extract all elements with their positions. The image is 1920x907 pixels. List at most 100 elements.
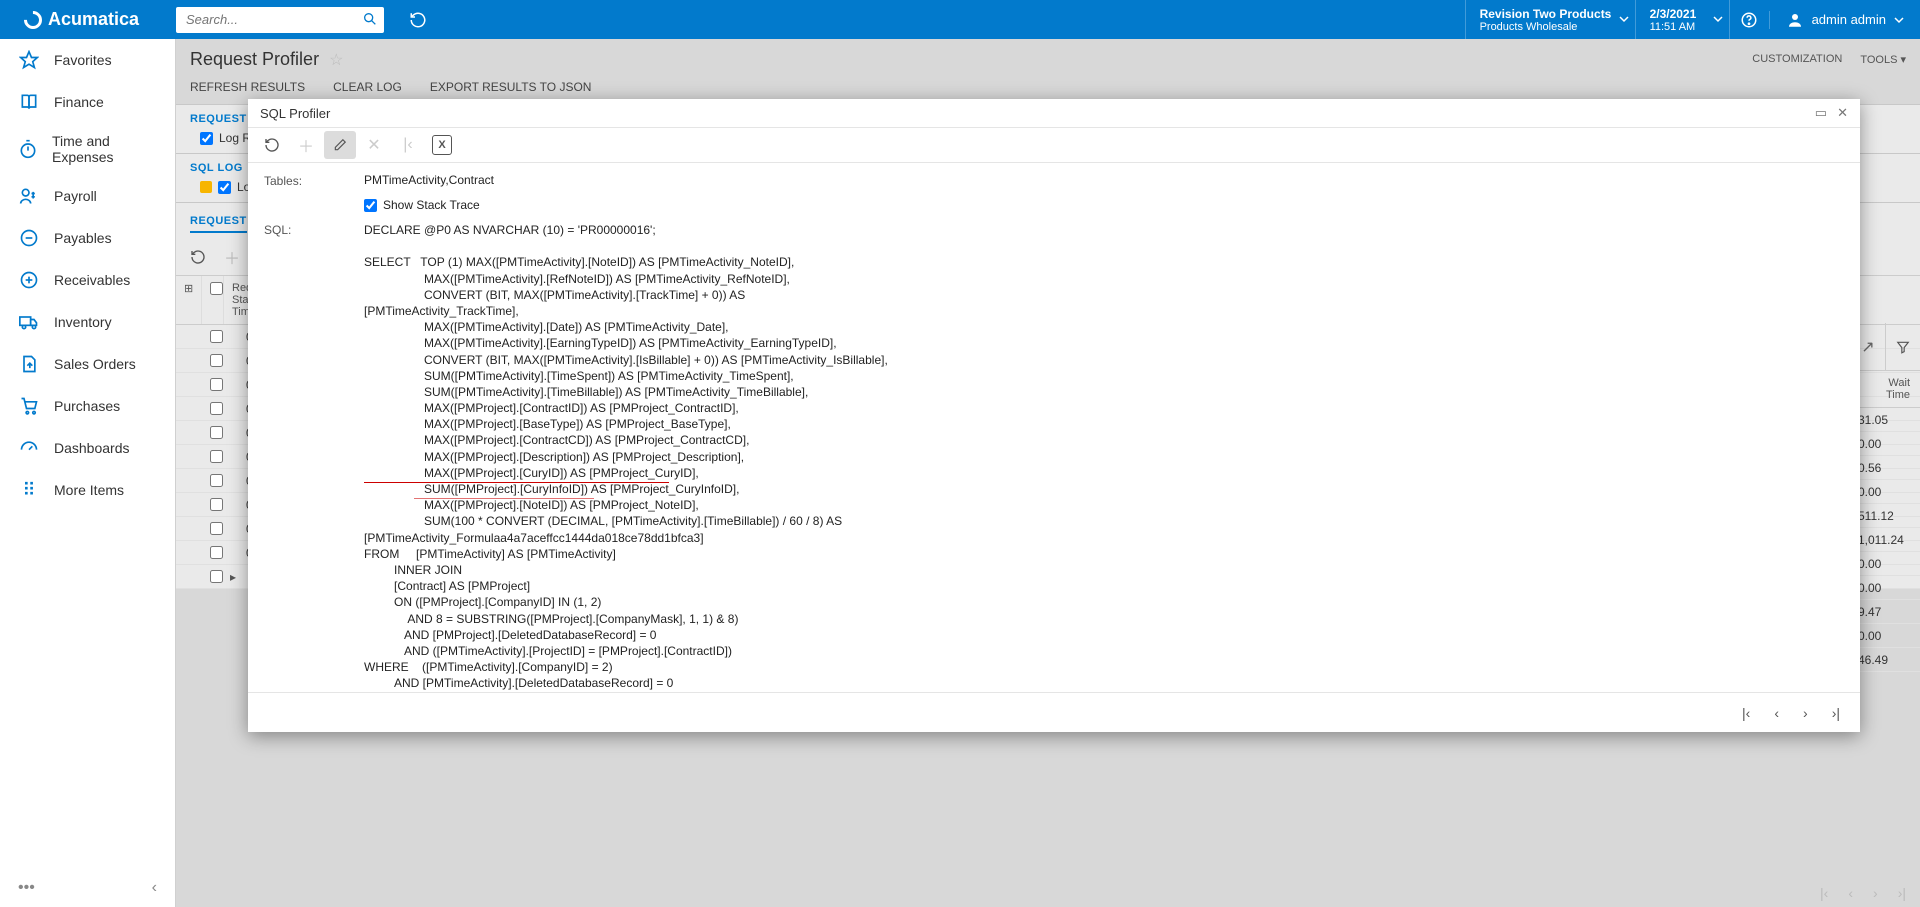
- user-icon: [1786, 11, 1804, 29]
- action-refresh[interactable]: REFRESH RESULTS: [190, 80, 305, 94]
- sidebar-item-receivables[interactable]: Receivables: [0, 259, 175, 301]
- sidebar-item-payroll[interactable]: Payroll: [0, 175, 175, 217]
- payroll-icon: [18, 185, 40, 207]
- brand-text: Acumatica: [48, 9, 139, 30]
- sidebar-item-label: Receivables: [54, 272, 130, 288]
- action-export[interactable]: EXPORT RESULTS TO JSON: [430, 80, 592, 94]
- pager-last[interactable]: ›|: [1898, 885, 1906, 901]
- reload-button[interactable]: [398, 0, 438, 39]
- wait-time-cell: 0.56: [1850, 456, 1920, 480]
- wait-time-cell: 0.00: [1850, 552, 1920, 576]
- sidebar-item-dashboards[interactable]: Dashboards: [0, 427, 175, 469]
- page-header: Request Profiler ☆ CUSTOMIZATION TOOLS ▾: [176, 39, 1920, 76]
- refresh-grid-button[interactable]: [186, 245, 210, 269]
- date-text: 2/3/2021: [1650, 7, 1715, 21]
- tables-label: Tables:: [264, 173, 364, 188]
- grid-icon: ⠿: [18, 479, 40, 501]
- company-selector[interactable]: Revision Two Products Products Wholesale: [1465, 0, 1635, 39]
- record-prev[interactable]: ‹: [1774, 705, 1779, 721]
- filter-button[interactable]: [1885, 323, 1920, 370]
- pager-first[interactable]: |‹: [1820, 885, 1828, 901]
- plus-circle-icon: [18, 269, 40, 291]
- book-icon: [18, 91, 40, 113]
- top-bar: Acumatica Revision Two Products Products…: [0, 0, 1920, 39]
- wait-time-cell: 31.05: [1850, 408, 1920, 432]
- sidebar-item-label: Sales Orders: [54, 356, 136, 372]
- sidebar-item-more[interactable]: ⠿ More Items: [0, 469, 175, 511]
- grid-pager: |‹ ‹ › ›|: [1820, 885, 1906, 901]
- truck-icon: [18, 311, 40, 333]
- search-input[interactable]: [176, 7, 384, 33]
- maximize-button[interactable]: ▭: [1815, 105, 1827, 121]
- reload-button[interactable]: [256, 131, 288, 159]
- brand-logo[interactable]: Acumatica: [0, 9, 176, 30]
- wait-time-cell: 511.12: [1850, 504, 1920, 528]
- expand-icon[interactable]: ⊞: [184, 283, 193, 295]
- minus-circle-icon: [18, 227, 40, 249]
- delete-button: ✕: [358, 131, 390, 159]
- export-excel-button[interactable]: X: [432, 135, 452, 155]
- tables-value: PMTimeActivity,Contract: [364, 173, 1844, 188]
- show-stack-trace-checkbox[interactable]: Show Stack Trace: [364, 198, 1844, 212]
- grid-right-edge: ↗ Wait Time 31.050.000.560.00511.121,011…: [1850, 323, 1920, 672]
- close-button[interactable]: ✕: [1837, 105, 1848, 121]
- company-line2: Products Wholesale: [1480, 21, 1621, 33]
- sidebar-item-label: Dashboards: [54, 440, 130, 456]
- warning-icon: [200, 181, 212, 193]
- sidebar-item-label: Payables: [54, 230, 112, 246]
- first-record-button: |‹: [392, 131, 424, 159]
- star-icon: [18, 49, 40, 71]
- record-first[interactable]: |‹: [1742, 705, 1750, 721]
- wait-time-cell: 0.00: [1850, 624, 1920, 648]
- wait-time-cell: 0.00: [1850, 480, 1920, 504]
- tab-request[interactable]: REQUEST: [190, 215, 247, 233]
- sidebar-footer: ••• ‹: [0, 879, 175, 897]
- add-row-button[interactable]: ＋: [220, 245, 244, 269]
- sidebar-item-label: Payroll: [54, 188, 97, 204]
- date-selector[interactable]: 2/3/2021 11:51 AM: [1635, 0, 1729, 39]
- user-menu[interactable]: admin admin: [1769, 11, 1920, 29]
- select-all-checkbox[interactable]: [210, 282, 223, 295]
- left-sidebar: Favorites Finance Time and Expenses Payr…: [0, 39, 176, 907]
- edit-button[interactable]: [324, 131, 356, 159]
- search-wrap: [176, 7, 384, 33]
- sidebar-item-label: Inventory: [54, 314, 112, 330]
- favorite-toggle[interactable]: ☆: [329, 50, 343, 70]
- stopwatch-icon: [18, 138, 38, 160]
- ellipsis-icon[interactable]: •••: [18, 879, 35, 897]
- record-next[interactable]: ›: [1803, 705, 1808, 721]
- wait-time-cell: 1,011.24: [1850, 528, 1920, 552]
- wait-time-cell: 0.00: [1850, 432, 1920, 456]
- sql-text[interactable]: DECLARE @P0 AS NVARCHAR (10) = 'PR000000…: [364, 222, 1844, 692]
- customization-link[interactable]: CUSTOMIZATION: [1752, 53, 1842, 66]
- sidebar-item-finance[interactable]: Finance: [0, 81, 175, 123]
- sidebar-item-inventory[interactable]: Inventory: [0, 301, 175, 343]
- sidebar-item-time-expenses[interactable]: Time and Expenses: [0, 123, 175, 175]
- dialog-toolbar: ＋ ✕ |‹ X: [248, 127, 1860, 163]
- collapse-icon[interactable]: ‹: [152, 879, 157, 897]
- company-line1: Revision Two Products: [1480, 7, 1621, 21]
- dialog-titlebar[interactable]: SQL Profiler ▭ ✕: [248, 99, 1860, 127]
- page-title: Request Profiler: [190, 49, 319, 70]
- action-clear[interactable]: CLEAR LOG: [333, 80, 402, 94]
- sidebar-item-payables[interactable]: Payables: [0, 217, 175, 259]
- sql-profiler-dialog: SQL Profiler ▭ ✕ ＋ ✕ |‹ X Tables: PMTime…: [248, 99, 1860, 732]
- sidebar-item-label: Time and Expenses: [52, 133, 157, 165]
- pager-prev[interactable]: ‹: [1848, 885, 1853, 901]
- sidebar-item-sales-orders[interactable]: Sales Orders: [0, 343, 175, 385]
- sidebar-item-label: Favorites: [54, 52, 112, 68]
- help-button[interactable]: [1729, 0, 1769, 39]
- tools-menu[interactable]: TOOLS ▾: [1860, 53, 1906, 66]
- sidebar-item-label: Purchases: [54, 398, 120, 414]
- add-button: ＋: [290, 131, 322, 159]
- cart-icon: [18, 395, 40, 417]
- sidebar-item-purchases[interactable]: Purchases: [0, 385, 175, 427]
- sidebar-item-label: More Items: [54, 482, 124, 498]
- record-last[interactable]: ›|: [1832, 705, 1840, 721]
- pager-next[interactable]: ›: [1873, 885, 1878, 901]
- sidebar-item-favorites[interactable]: Favorites: [0, 39, 175, 81]
- sql-label: SQL:: [264, 222, 364, 237]
- chevron-down-icon: [1713, 14, 1723, 24]
- col-wait-time[interactable]: Wait Time: [1850, 371, 1920, 408]
- document-arrow-icon: [18, 353, 40, 375]
